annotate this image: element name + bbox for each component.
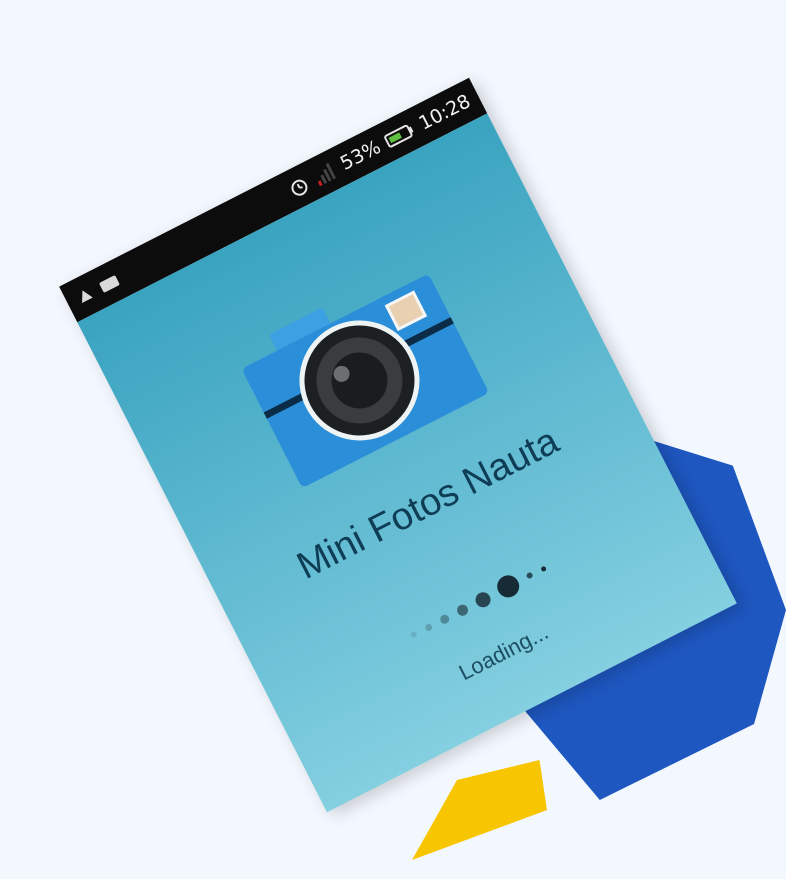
battery-icon xyxy=(384,124,414,148)
decorative-yellow-shape xyxy=(412,760,547,860)
loading-dot xyxy=(423,622,433,632)
message-icon xyxy=(99,275,120,293)
loading-dot xyxy=(454,602,470,618)
alarm-clock-icon xyxy=(291,179,308,196)
notification-icon xyxy=(82,290,93,303)
loading-dot xyxy=(472,589,493,610)
loading-dot xyxy=(409,630,418,639)
loading-dot xyxy=(492,571,523,602)
loading-dot xyxy=(437,613,451,626)
camera-icon xyxy=(243,275,488,487)
screenshot-stage: 53% 10:28 Mini Fotos Nauta Loading... xyxy=(0,0,786,879)
signal-bars-icon xyxy=(317,162,337,187)
loading-dot xyxy=(539,565,547,573)
loading-dot xyxy=(525,571,534,580)
